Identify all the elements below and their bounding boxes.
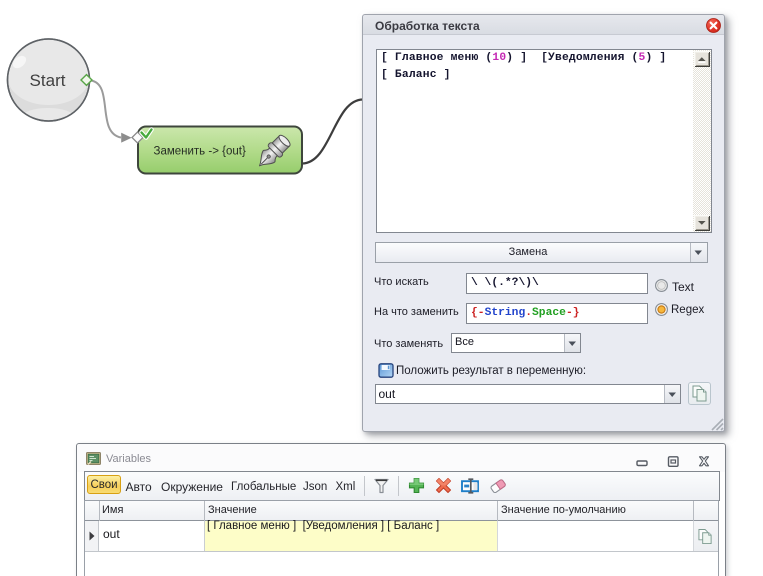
svg-text:Заменить -> {out}: Заменить -> {out}	[154, 146, 246, 158]
svg-text:Start: Start	[30, 71, 66, 90]
